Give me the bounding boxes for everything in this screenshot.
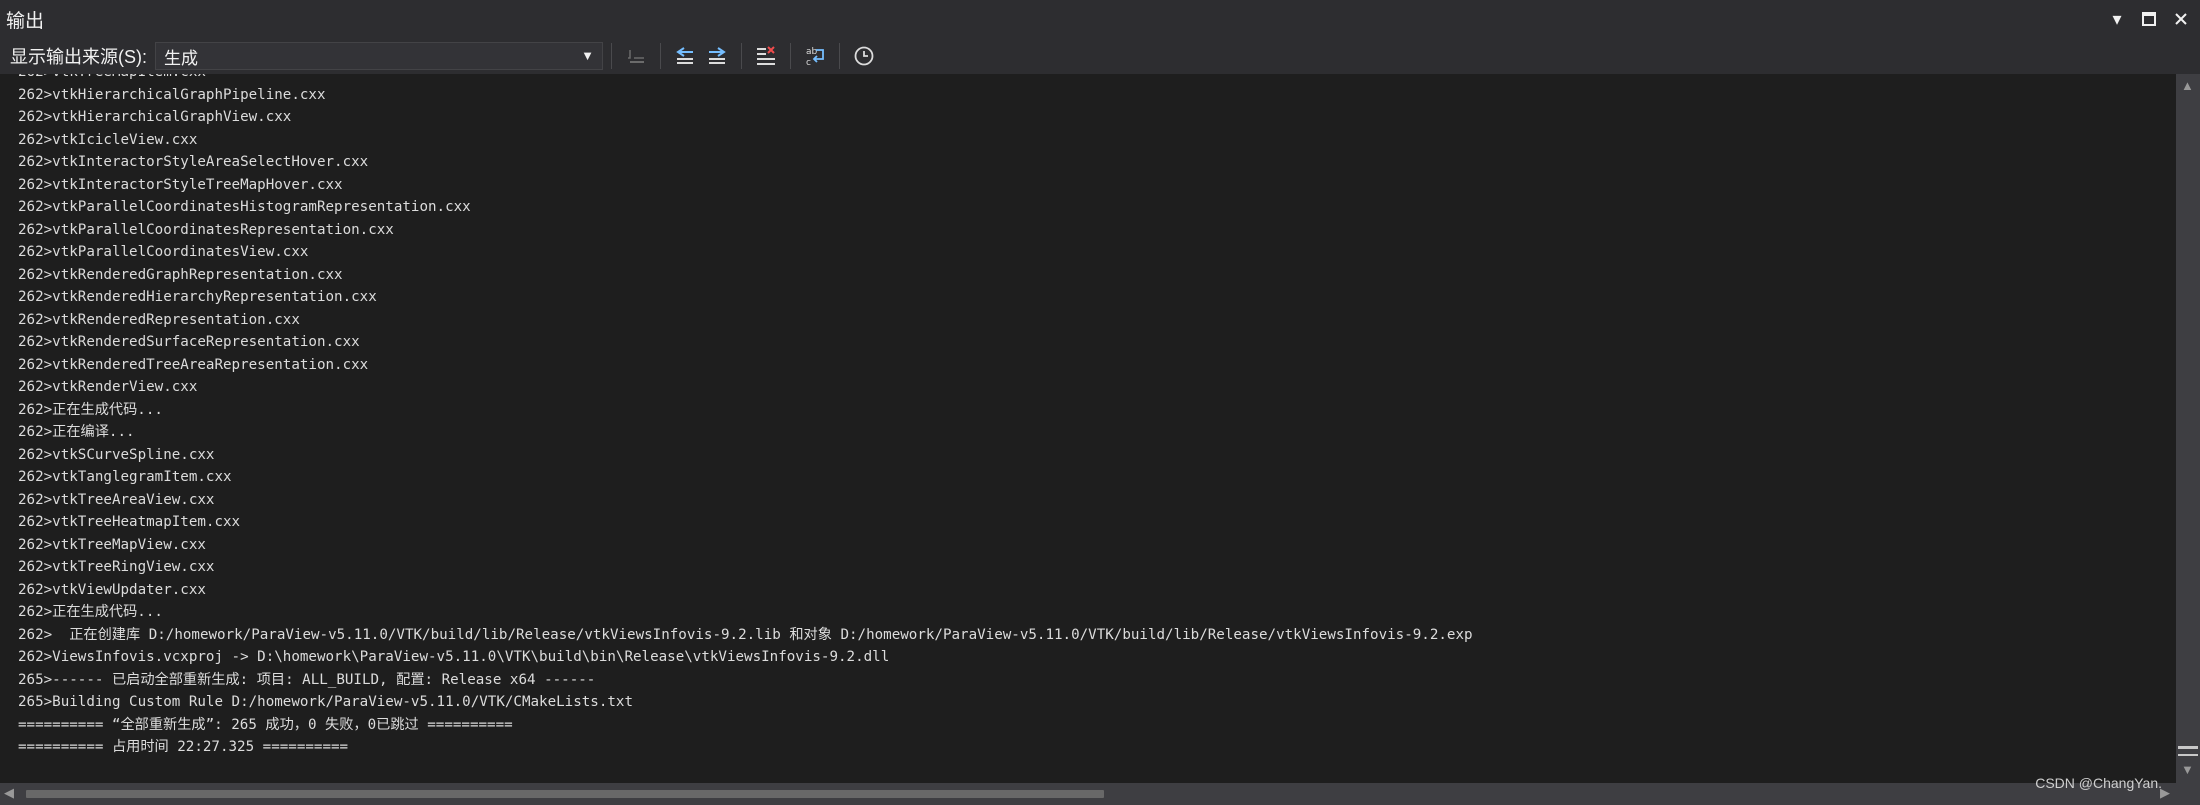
watermark-text: CSDN @ChangYan. xyxy=(2035,775,2162,791)
output-line: 262>vtkRenderedRepresentation.cxx xyxy=(18,311,300,328)
scroll-left-arrow-icon[interactable]: ◀ xyxy=(4,785,14,801)
svg-text:ab: ab xyxy=(806,47,818,57)
output-toolbar: 显示输出来源(S): 生成 ▼ ab c xyxy=(0,38,2200,74)
previous-message-button[interactable] xyxy=(669,40,701,72)
vertical-scroll-marker xyxy=(2178,754,2198,756)
close-icon[interactable] xyxy=(2170,8,2192,30)
output-source-dropdown[interactable]: 生成 ▼ xyxy=(155,42,603,70)
horizontal-scroll-thumb[interactable] xyxy=(26,790,1104,798)
output-line: 262>vtkIcicleView.cxx xyxy=(18,131,198,148)
output-line: 262>vtkTreeHeatmapItem.cxx xyxy=(18,514,241,530)
output-line: 262>vtkRenderedGraphRepresentation.cxx xyxy=(18,266,343,283)
horizontal-scrollbar[interactable]: ◀ ▶ xyxy=(0,783,2176,805)
output-line: 262>vtkHierarchicalGraphView.cxx xyxy=(18,109,292,125)
word-wrap-icon: ab c xyxy=(806,47,824,68)
output-line: 262> 正在创建库 D:/homework/ParaView-v5.11.0/… xyxy=(18,626,1473,643)
vertical-scrollbar[interactable]: ▲ ▼ xyxy=(2176,74,2200,783)
svg-text:c: c xyxy=(806,58,811,68)
toolbar-separator xyxy=(611,43,612,69)
word-wrap-button[interactable]: ab c xyxy=(799,40,831,72)
next-message-button[interactable] xyxy=(701,40,733,72)
vertical-scroll-thumb[interactable] xyxy=(2178,746,2198,749)
output-text-pane[interactable]: 262>vtkTreeMapItem.cxx 262>vtkHierarchica… xyxy=(0,74,2176,783)
output-source-value: 生成 xyxy=(164,48,198,68)
output-line: 262>vtkParallelCoordinatesHistogramRepre… xyxy=(18,199,471,215)
toolbar-separator xyxy=(839,43,840,69)
clear-all-button[interactable] xyxy=(750,40,782,72)
output-line: 262>ViewsInfovis.vcxproj -> D:\homework\… xyxy=(18,649,890,665)
scrollbar-corner xyxy=(2176,783,2200,805)
window-controls: ▾ xyxy=(2106,0,2192,38)
maximize-icon[interactable] xyxy=(2138,8,2160,30)
output-line: 265>------ 已启动全部重新生成: 项目: ALL_BUILD, 配置:… xyxy=(18,671,596,688)
output-line: ========== 占用时间 22:27.325 ========== xyxy=(18,739,349,755)
clock-icon xyxy=(854,46,874,66)
toolbar-separator xyxy=(660,43,661,69)
output-line: 262>vtkRenderView.cxx xyxy=(18,379,198,395)
output-line: 262>vtkTreeAreaView.cxx xyxy=(18,491,215,508)
output-line: 262>vtkInteractorStyleAreaSelectHover.cx… xyxy=(18,154,369,170)
output-line: 262>正在编译... xyxy=(18,424,135,440)
output-line: 262>vtkSCurveSpline.cxx xyxy=(18,446,215,463)
output-line: 262>vtkViewUpdater.cxx xyxy=(18,581,206,598)
output-line: 262>vtkHierarchicalGraphPipeline.cxx xyxy=(18,86,326,103)
output-line: 262>正在生成代码... xyxy=(18,604,163,620)
output-line: 262>vtkTreeRingView.cxx xyxy=(18,559,215,575)
output-line: 265>Building Custom Rule D:/homework/Par… xyxy=(18,694,633,710)
output-line: 262>vtkTreeMapItem.cxx xyxy=(18,74,206,84)
output-line: 262>vtkParallelCoordinatesView.cxx xyxy=(18,244,309,260)
chevron-down-icon: ▼ xyxy=(581,48,594,63)
output-line: 262>正在生成代码... xyxy=(18,401,163,418)
scroll-down-arrow-icon[interactable]: ▼ xyxy=(2181,762,2194,777)
output-line: 262>vtkRenderedHierarchyRepresentation.c… xyxy=(18,289,377,305)
output-window-titlebar: 输出 ▾ xyxy=(0,0,2200,38)
output-line: 262>vtkRenderedTreeAreaRepresentation.cx… xyxy=(18,356,369,373)
goto-line-icon xyxy=(628,50,644,63)
output-line: 262>vtkTreeMapView.cxx xyxy=(18,536,206,553)
clear-all-icon xyxy=(757,46,775,65)
next-message-icon xyxy=(709,47,726,64)
previous-message-icon xyxy=(676,47,693,64)
toolbar-separator xyxy=(790,43,791,69)
window-title: 输出 xyxy=(6,10,45,32)
output-line: 262>vtkRenderedSurfaceRepresentation.cxx xyxy=(18,334,360,350)
goto-line-button[interactable] xyxy=(620,40,652,72)
window-menu-chevron-down-icon[interactable]: ▾ xyxy=(2106,8,2128,30)
toggle-timestamp-button[interactable] xyxy=(848,40,880,72)
output-source-label: 显示输出来源(S): xyxy=(10,47,147,67)
output-line: ========== “全部重新生成”: 265 成功，0 失败，0已跳过 ==… xyxy=(18,716,513,733)
output-line: 262>vtkInteractorStyleTreeMapHover.cxx xyxy=(18,176,343,193)
scroll-up-arrow-icon[interactable]: ▲ xyxy=(2181,78,2194,93)
toolbar-separator xyxy=(741,43,742,69)
output-line: 262>vtkTanglegramItem.cxx xyxy=(18,469,232,485)
output-line: 262>vtkParallelCoordinatesRepresentation… xyxy=(18,221,394,238)
